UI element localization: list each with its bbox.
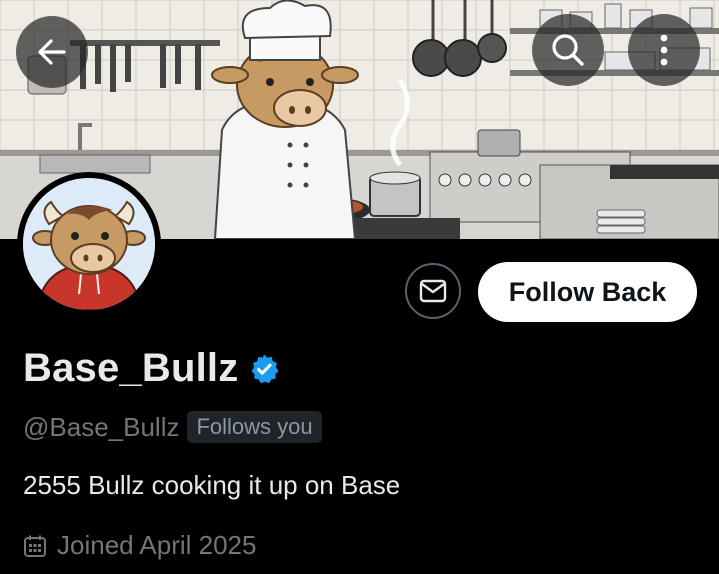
avatar[interactable] xyxy=(17,172,161,316)
joined-date: Joined April 2025 xyxy=(57,530,257,560)
mail-icon xyxy=(419,279,447,303)
back-button[interactable] xyxy=(16,16,88,88)
arrow-left-icon xyxy=(38,39,66,65)
search-button[interactable] xyxy=(532,14,604,86)
profile-bio: 2555 Bullz cooking it up on Base xyxy=(23,470,401,500)
calendar-icon xyxy=(24,535,46,557)
profile-handle: @Base_Bullz xyxy=(23,411,180,442)
verified-badge-icon[interactable] xyxy=(248,353,280,385)
search-icon xyxy=(552,34,584,66)
profile-name-row: Base_Bullz xyxy=(23,346,280,391)
message-button[interactable] xyxy=(405,263,461,319)
more-options-button[interactable] xyxy=(628,14,700,86)
follows-you-badge: Follows you xyxy=(187,411,322,443)
joined-row: Joined April 2025 xyxy=(23,530,256,561)
follow-back-button[interactable]: Follow Back xyxy=(478,262,697,322)
avatar-image xyxy=(23,178,155,310)
display-name: Base_Bullz xyxy=(23,346,239,390)
handle-row: @Base_Bullz Follows you xyxy=(23,411,322,443)
more-vertical-icon xyxy=(660,34,668,66)
